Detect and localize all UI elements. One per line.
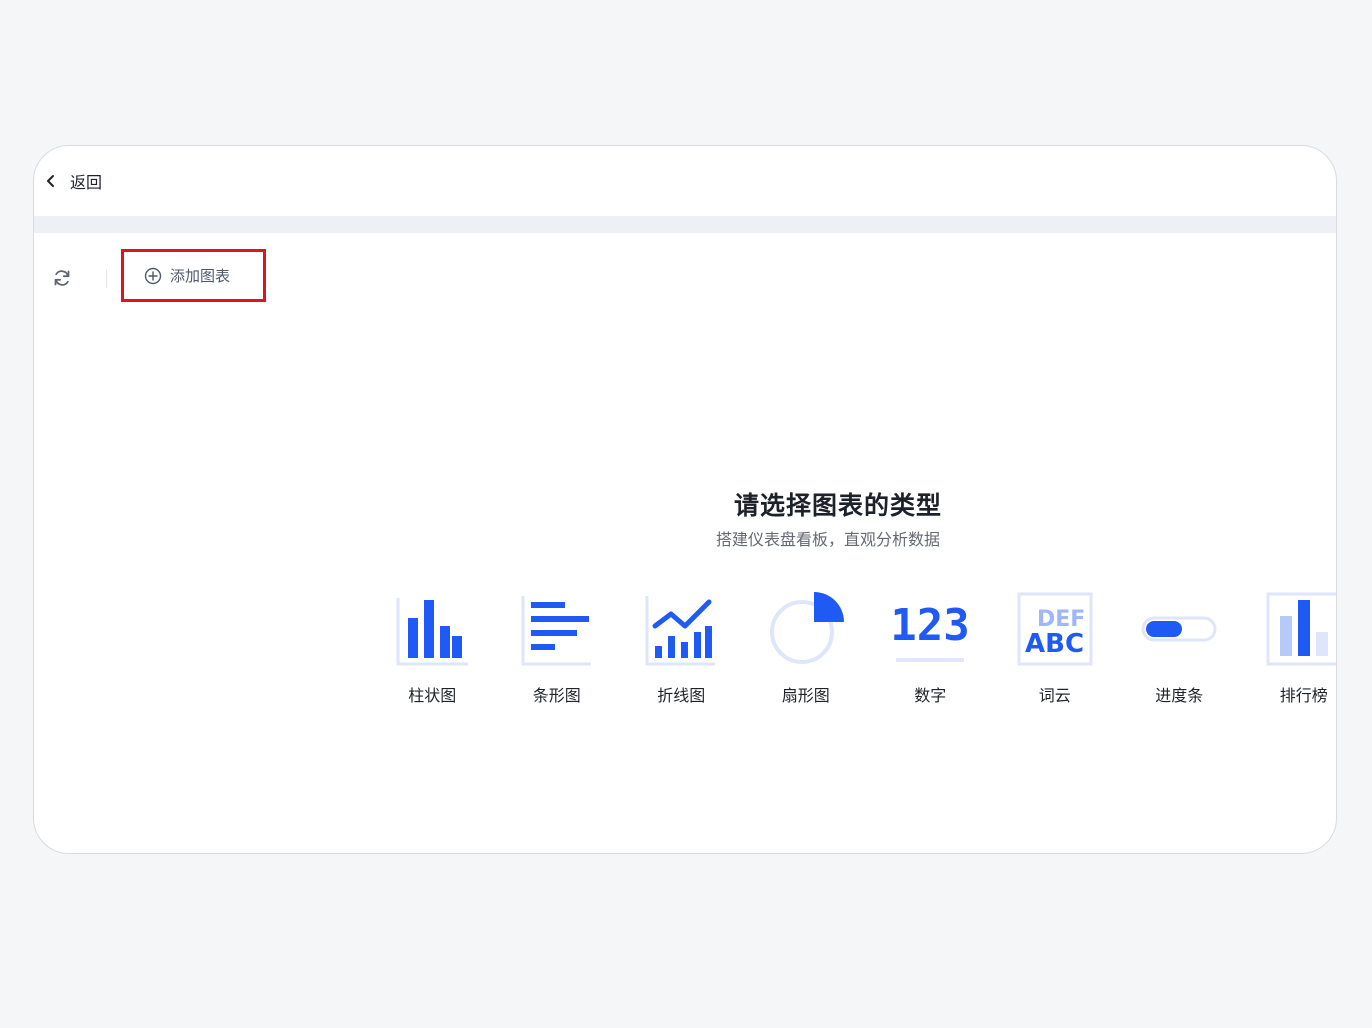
- chart-type-label: 词云: [1038, 686, 1071, 705]
- horizontal-bar-chart-icon: [521, 596, 591, 666]
- plus-circle-icon: [144, 267, 162, 284]
- back-button[interactable]: 返回: [46, 169, 102, 193]
- chart-type-label: 扇形图: [781, 686, 830, 705]
- ranking-icon: [1266, 592, 1336, 666]
- line-chart-icon: [645, 596, 716, 666]
- empty-state-title: 请选择图表的类型: [734, 491, 943, 520]
- word-cloud-text-bottom: ABC: [1025, 629, 1084, 659]
- chart-type-line[interactable]: 折线图: [619, 592, 744, 706]
- bar-chart-icon: [396, 598, 469, 666]
- number-icon: 123: [892, 600, 968, 662]
- chart-type-label: 条形图: [532, 686, 581, 705]
- chart-type-label: 排行榜: [1279, 686, 1328, 705]
- add-chart-label: 添加图表: [170, 267, 231, 285]
- dashboard-panel: 返回 添加图表 请选择图表的类型 搭建仪表盘看板，直观分析数据 柱状图 条形图 …: [33, 145, 1337, 854]
- chart-type-bar[interactable]: 柱状图: [370, 592, 495, 706]
- empty-state-subtitle: 搭建仪表盘看板，直观分析数据: [716, 530, 941, 549]
- chart-type-horizontal-bar[interactable]: 条形图: [495, 592, 620, 706]
- chart-type-label: 数字: [914, 686, 947, 705]
- word-cloud-icon: DEF ABC: [1017, 592, 1093, 666]
- chart-type-number[interactable]: 123 数字: [868, 592, 993, 706]
- chart-type-list: 柱状图 条形图 折线图 扇形图 123 数字 DEF ABC 词云 进度条 排行…: [370, 592, 1336, 706]
- progress-bar-icon: [1141, 616, 1217, 642]
- toolbar-divider: [106, 270, 107, 288]
- separator-band: [34, 216, 1336, 233]
- chart-type-ranking[interactable]: 排行榜: [1242, 592, 1336, 706]
- chart-type-progress[interactable]: 进度条: [1117, 592, 1242, 706]
- chart-type-label: 柱状图: [408, 686, 457, 705]
- back-label: 返回: [70, 173, 103, 192]
- chart-type-word-cloud[interactable]: DEF ABC 词云: [993, 592, 1118, 706]
- chart-type-label: 进度条: [1155, 686, 1204, 705]
- chevron-left-icon: [47, 175, 54, 187]
- toolbar: 添加图表: [34, 248, 1336, 308]
- number-icon-text: 123: [892, 600, 968, 651]
- add-chart-button[interactable]: 添加图表: [121, 249, 266, 302]
- chart-type-label: 折线图: [657, 686, 706, 705]
- top-bar: 返回: [34, 146, 1336, 216]
- chart-type-pie[interactable]: 扇形图: [744, 592, 869, 706]
- pie-chart-icon: [769, 592, 844, 664]
- refresh-icon[interactable]: [52, 268, 72, 288]
